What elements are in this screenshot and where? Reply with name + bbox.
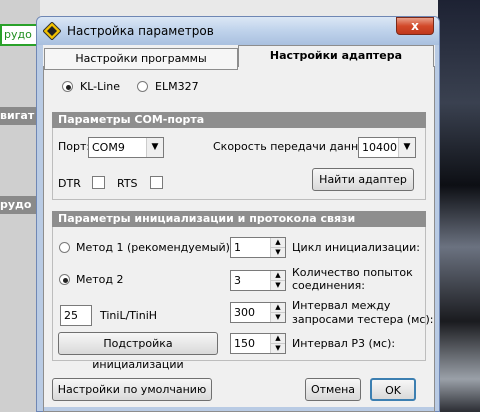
interval-label-line2: запросами тестера (мс): [292, 313, 434, 326]
dialog-title: Настройка параметров [67, 24, 214, 38]
rts-label: RTS [117, 177, 138, 190]
spin-down-icon[interactable]: ▼ [270, 313, 285, 322]
dtr-checkbox[interactable] [92, 176, 105, 189]
defaults-button[interactable]: Настройки по умолчанию [52, 378, 212, 401]
method1-radio[interactable] [59, 242, 70, 253]
port-label: Порт: [58, 140, 91, 153]
spin-down-icon[interactable]: ▼ [270, 248, 285, 257]
background-app-top [40, 0, 438, 16]
port-select[interactable]: COM9 ▼ [88, 137, 164, 158]
interval-value: 300 [234, 306, 255, 319]
speed-select[interactable]: 10400 ▼ [358, 137, 416, 158]
tini-label: TiniL/TiniH [100, 309, 158, 322]
init-cycle-label: Цикл инициализации: [292, 241, 420, 254]
close-button[interactable]: x [396, 17, 434, 35]
p3-value: 150 [234, 337, 255, 350]
rts-checkbox[interactable] [150, 176, 163, 189]
app-logo-icon [42, 21, 62, 41]
port-value: COM9 [92, 141, 125, 154]
spin-up-icon[interactable]: ▲ [270, 238, 285, 248]
speed-value: 10400 [362, 141, 397, 154]
ok-button[interactable]: OK [370, 378, 416, 401]
cancel-button[interactable]: Отмена [305, 378, 361, 401]
attempts-spinner[interactable]: 3 ▲ ▼ [230, 270, 286, 291]
spin-up-icon[interactable]: ▲ [270, 303, 285, 313]
p3-spinner[interactable]: 150 ▲ ▼ [230, 333, 286, 354]
init-group-header: Параметры инициализации и протокола связ… [52, 211, 426, 227]
init-cycle-value: 1 [234, 241, 241, 254]
tab-adapter-settings[interactable]: Настройки адаптера [238, 45, 434, 67]
chevron-down-icon[interactable]: ▼ [398, 138, 415, 157]
kl-line-label: KL-Line [80, 80, 121, 93]
p3-label: Интервал P3 (мс): [292, 337, 396, 350]
dtr-label: DTR [58, 177, 81, 190]
kl-line-radio[interactable] [62, 81, 73, 92]
background-app-strip: вигат [0, 107, 40, 125]
method2-label: Метод 2 [76, 273, 124, 286]
tini-input[interactable]: 25 [60, 305, 92, 326]
elm327-radio[interactable] [137, 81, 148, 92]
background-app-strip: рудо [0, 196, 40, 214]
init-cycle-spinner[interactable]: 1 ▲ ▼ [230, 237, 286, 258]
com-group-header: Параметры COM-порта [52, 112, 426, 128]
method2-radio[interactable] [59, 274, 70, 285]
attempts-label-line1: Количество попыток [292, 266, 413, 279]
find-adapter-button[interactable]: Найти адаптер [312, 168, 414, 191]
speed-label: Скорость передачи данных: [213, 140, 378, 153]
elm327-label: ELM327 [155, 80, 199, 93]
spin-up-icon[interactable]: ▲ [270, 271, 285, 281]
spin-down-icon[interactable]: ▼ [270, 281, 285, 290]
background-image [438, 0, 480, 412]
interval-label-line1: Интервал между [292, 299, 391, 312]
chevron-down-icon[interactable]: ▼ [146, 138, 163, 157]
spin-down-icon[interactable]: ▼ [270, 344, 285, 353]
attempts-label-line2: соединения: [292, 279, 365, 292]
interval-spinner[interactable]: 300 ▲ ▼ [230, 302, 286, 323]
spin-up-icon[interactable]: ▲ [270, 334, 285, 344]
method1-label: Метод 1 (рекомендуемый) [76, 241, 230, 254]
attempts-value: 3 [234, 274, 241, 287]
tab-program-settings[interactable]: Настройки программы [44, 48, 238, 70]
background-app-field: рудо [0, 24, 40, 46]
tune-init-button[interactable]: Подстройка инициализации [58, 332, 218, 371]
